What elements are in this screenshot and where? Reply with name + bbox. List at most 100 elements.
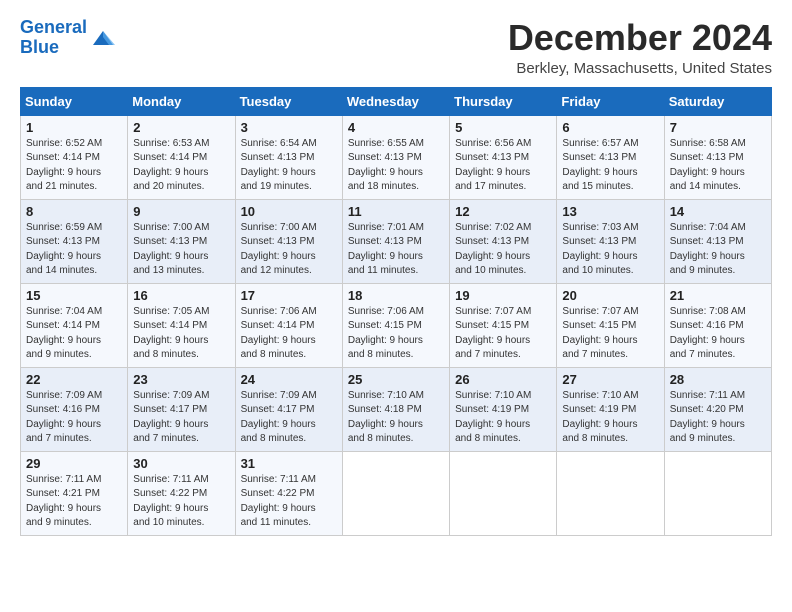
calendar-cell: 15 Sunrise: 7:04 AMSunset: 4:14 PMDayligh… [21, 283, 128, 367]
day-number: 20 [562, 288, 658, 303]
calendar-cell: 4 Sunrise: 6:55 AMSunset: 4:13 PMDaylight… [342, 115, 449, 199]
cell-content: Sunrise: 6:56 AMSunset: 4:13 PMDaylight:… [455, 137, 551, 195]
day-number: 24 [241, 372, 337, 387]
cell-content: Sunrise: 7:11 AMSunset: 4:22 PMDaylight:… [241, 473, 337, 531]
calendar-cell: 9Sunrise: 7:00 AMSunset: 4:13 PMDaylight… [128, 199, 235, 283]
calendar-cell: 7Sunrise: 6:58 AMSunset: 4:13 PMDaylight… [664, 115, 771, 199]
header-wednesday: Wednesday [342, 87, 449, 115]
day-number: 15 [26, 288, 122, 303]
cell-content: Sunrise: 7:11 AMSunset: 4:20 PMDaylight:… [670, 389, 766, 447]
calendar-header-row: SundayMondayTuesdayWednesdayThursdayFrid… [21, 87, 772, 115]
header-sunday: Sunday [21, 87, 128, 115]
calendar-cell: 27Sunrise: 7:10 AMSunset: 4:19 PMDayligh… [557, 367, 664, 451]
day-number: 13 [562, 204, 658, 219]
day-number: 10 [241, 204, 337, 219]
calendar-week-1: 1 Sunrise: 6:52 AMSunset: 4:14 PMDaylight… [21, 115, 772, 199]
calendar-cell: 11 Sunrise: 7:01 AMSunset: 4:13 PMDayligh… [342, 199, 449, 283]
cell-content: Sunrise: 7:10 AMSunset: 4:18 PMDaylight:… [348, 389, 444, 447]
calendar-cell [664, 451, 771, 535]
day-number: 22 [26, 372, 122, 387]
cell-content: Sunrise: 7:08 AMSunset: 4:16 PMDaylight:… [670, 305, 766, 363]
logo-general: General [20, 17, 87, 37]
logo: General Blue [20, 18, 117, 58]
calendar-cell: 31 Sunrise: 7:11 AMSunset: 4:22 PMDayligh… [235, 451, 342, 535]
day-number: 21 [670, 288, 766, 303]
header-monday: Monday [128, 87, 235, 115]
day-number: 5 [455, 120, 551, 135]
day-number: 1 [26, 120, 122, 135]
day-number: 28 [670, 372, 766, 387]
day-number: 2 [133, 120, 229, 135]
day-number: 29 [26, 456, 122, 471]
cell-content: Sunrise: 7:10 AMSunset: 4:19 PMDaylight:… [562, 389, 658, 447]
calendar-cell [450, 451, 557, 535]
cell-content: Sunrise: 7:04 AMSunset: 4:14 PMDaylight:… [26, 305, 122, 363]
day-number: 7 [670, 120, 766, 135]
calendar-cell: 28 Sunrise: 7:11 AMSunset: 4:20 PMDayligh… [664, 367, 771, 451]
calendar-cell: 21 Sunrise: 7:08 AMSunset: 4:16 PMDayligh… [664, 283, 771, 367]
cell-content: Sunrise: 7:07 AMSunset: 4:15 PMDaylight:… [562, 305, 658, 363]
logo-icon [89, 27, 117, 49]
calendar-cell: 14Sunrise: 7:04 AMSunset: 4:13 PMDayligh… [664, 199, 771, 283]
calendar-cell: 17 Sunrise: 7:06 AMSunset: 4:14 PMDayligh… [235, 283, 342, 367]
day-number: 14 [670, 204, 766, 219]
calendar-cell: 26 Sunrise: 7:10 AMSunset: 4:19 PMDayligh… [450, 367, 557, 451]
cell-content: Sunrise: 7:07 AMSunset: 4:15 PMDaylight:… [455, 305, 551, 363]
cell-content: Sunrise: 7:09 AMSunset: 4:17 PMDaylight:… [133, 389, 229, 447]
calendar-week-5: 29 Sunrise: 7:11 AMSunset: 4:21 PMDayligh… [21, 451, 772, 535]
cell-content: Sunrise: 6:52 AMSunset: 4:14 PMDaylight:… [26, 137, 122, 195]
day-number: 31 [241, 456, 337, 471]
calendar-cell: 24 Sunrise: 7:09 AMSunset: 4:17 PMDayligh… [235, 367, 342, 451]
calendar-week-2: 8 Sunrise: 6:59 AMSunset: 4:13 PMDaylight… [21, 199, 772, 283]
calendar-cell [342, 451, 449, 535]
day-number: 16 [133, 288, 229, 303]
month-title: December 2024 [508, 18, 772, 58]
calendar-cell: 10 Sunrise: 7:00 AMSunset: 4:13 PMDayligh… [235, 199, 342, 283]
calendar-cell: 30Sunrise: 7:11 AMSunset: 4:22 PMDayligh… [128, 451, 235, 535]
calendar-week-4: 22Sunrise: 7:09 AMSunset: 4:16 PMDayligh… [21, 367, 772, 451]
calendar-cell: 1 Sunrise: 6:52 AMSunset: 4:14 PMDaylight… [21, 115, 128, 199]
cell-content: Sunrise: 6:54 AMSunset: 4:13 PMDaylight:… [241, 137, 337, 195]
day-number: 9 [133, 204, 229, 219]
cell-content: Sunrise: 7:11 AMSunset: 4:21 PMDaylight:… [26, 473, 122, 531]
calendar-cell: 2Sunrise: 6:53 AMSunset: 4:14 PMDaylight… [128, 115, 235, 199]
cell-content: Sunrise: 7:05 AMSunset: 4:14 PMDaylight:… [133, 305, 229, 363]
calendar-cell: 16 Sunrise: 7:05 AMSunset: 4:14 PMDayligh… [128, 283, 235, 367]
location: Berkley, Massachusetts, United States [508, 60, 772, 77]
day-number: 3 [241, 120, 337, 135]
day-number: 4 [348, 120, 444, 135]
calendar-page: General Blue December 2024 Berkley, Mass… [0, 0, 792, 612]
day-number: 18 [348, 288, 444, 303]
calendar-cell [557, 451, 664, 535]
cell-content: Sunrise: 6:57 AMSunset: 4:13 PMDaylight:… [562, 137, 658, 195]
cell-content: Sunrise: 7:10 AMSunset: 4:19 PMDaylight:… [455, 389, 551, 447]
calendar-cell: 22Sunrise: 7:09 AMSunset: 4:16 PMDayligh… [21, 367, 128, 451]
calendar-cell: 29 Sunrise: 7:11 AMSunset: 4:21 PMDayligh… [21, 451, 128, 535]
calendar-cell: 19Sunrise: 7:07 AMSunset: 4:15 PMDayligh… [450, 283, 557, 367]
cell-content: Sunrise: 6:59 AMSunset: 4:13 PMDaylight:… [26, 221, 122, 279]
logo-blue: Blue [20, 37, 59, 57]
cell-content: Sunrise: 6:55 AMSunset: 4:13 PMDaylight:… [348, 137, 444, 195]
day-number: 17 [241, 288, 337, 303]
cell-content: Sunrise: 7:06 AMSunset: 4:15 PMDaylight:… [348, 305, 444, 363]
header-thursday: Thursday [450, 87, 557, 115]
calendar-week-3: 15 Sunrise: 7:04 AMSunset: 4:14 PMDayligh… [21, 283, 772, 367]
day-number: 26 [455, 372, 551, 387]
calendar-cell: 18 Sunrise: 7:06 AMSunset: 4:15 PMDayligh… [342, 283, 449, 367]
day-number: 23 [133, 372, 229, 387]
calendar-cell: 8 Sunrise: 6:59 AMSunset: 4:13 PMDaylight… [21, 199, 128, 283]
day-number: 12 [455, 204, 551, 219]
day-number: 8 [26, 204, 122, 219]
header-friday: Friday [557, 87, 664, 115]
cell-content: Sunrise: 7:09 AMSunset: 4:17 PMDaylight:… [241, 389, 337, 447]
day-number: 6 [562, 120, 658, 135]
cell-content: Sunrise: 7:01 AMSunset: 4:13 PMDaylight:… [348, 221, 444, 279]
calendar-cell: 25Sunrise: 7:10 AMSunset: 4:18 PMDayligh… [342, 367, 449, 451]
day-number: 11 [348, 204, 444, 219]
calendar-table: SundayMondayTuesdayWednesdayThursdayFrid… [20, 87, 772, 536]
calendar-cell: 5 Sunrise: 6:56 AMSunset: 4:13 PMDaylight… [450, 115, 557, 199]
cell-content: Sunrise: 7:02 AMSunset: 4:13 PMDaylight:… [455, 221, 551, 279]
cell-content: Sunrise: 7:00 AMSunset: 4:13 PMDaylight:… [241, 221, 337, 279]
cell-content: Sunrise: 7:06 AMSunset: 4:14 PMDaylight:… [241, 305, 337, 363]
title-block: December 2024 Berkley, Massachusetts, Un… [508, 18, 772, 77]
